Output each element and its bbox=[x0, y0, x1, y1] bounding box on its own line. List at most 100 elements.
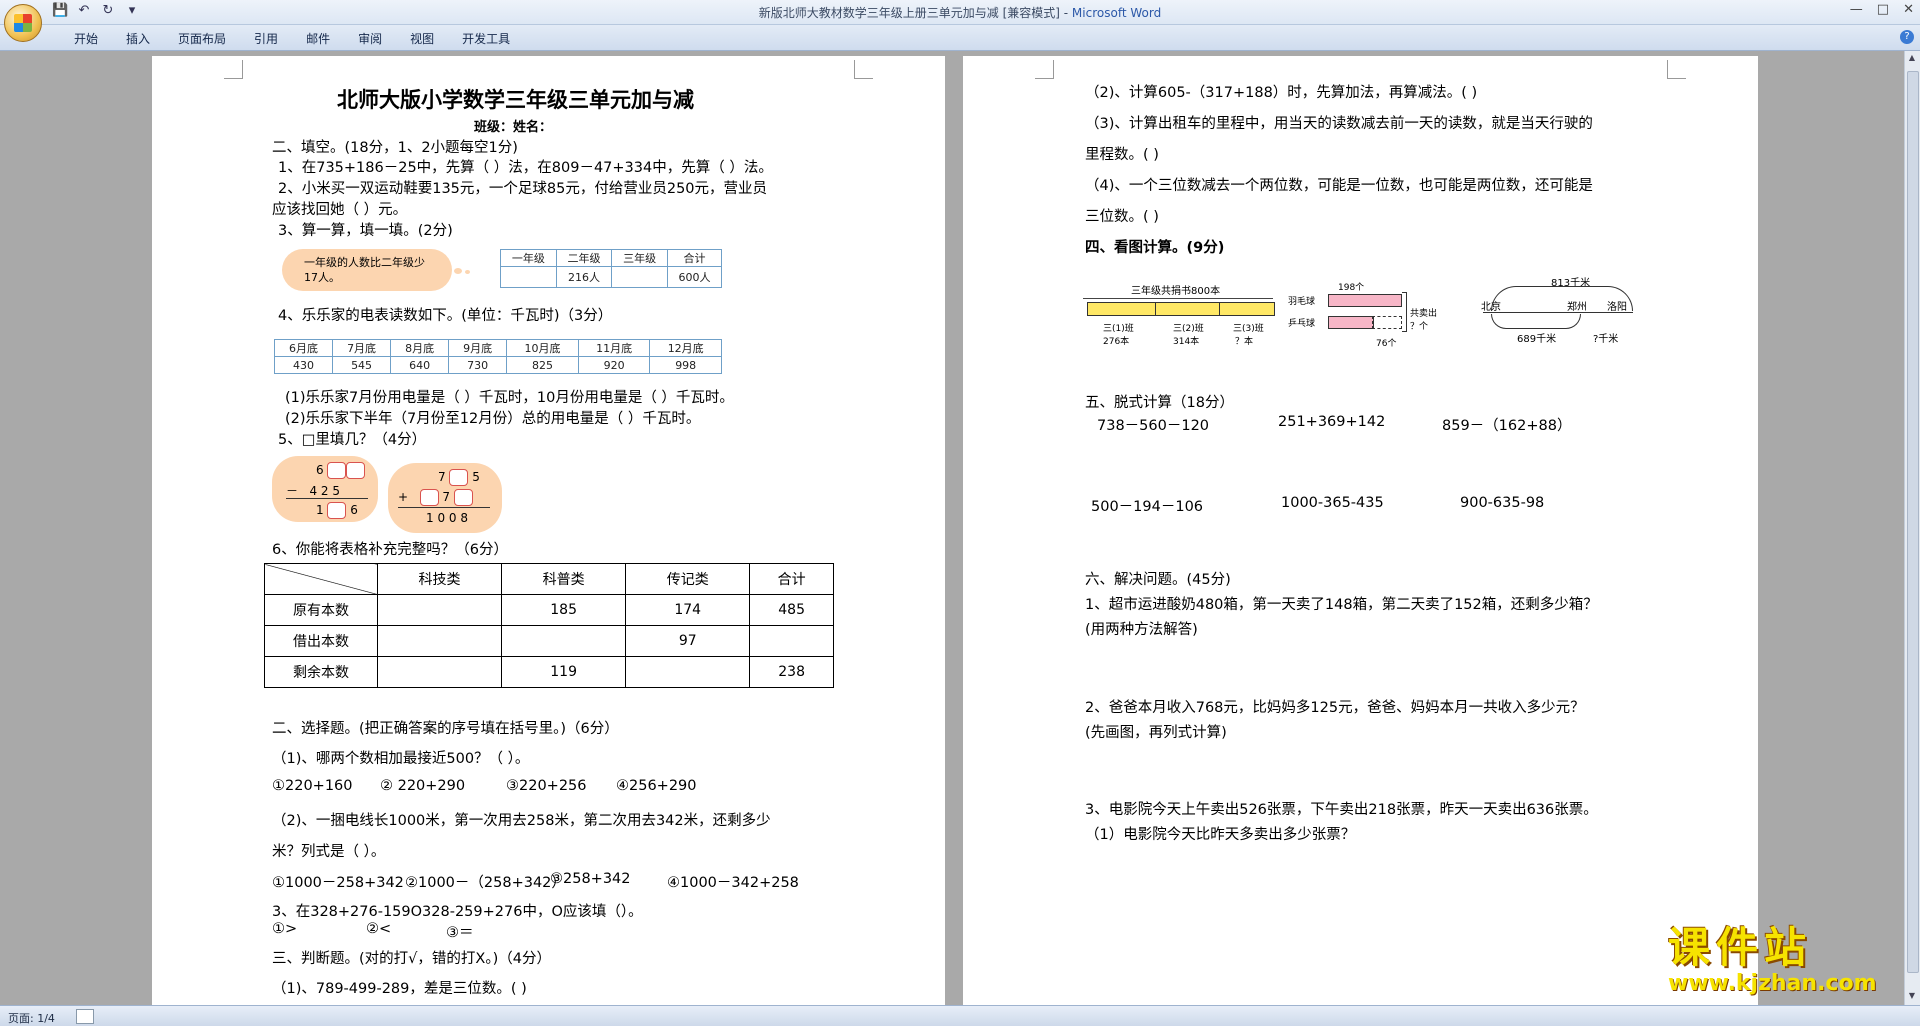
blank-box[interactable] bbox=[453, 489, 473, 506]
ball-diff-label: 76个 bbox=[1376, 339, 1397, 349]
section-choice-heading: 二、选择题。(把正确答案的序号填在括号里。)（6分） bbox=[272, 721, 619, 737]
office-logo-icon bbox=[14, 14, 32, 32]
city-label: 洛阳 bbox=[1607, 302, 1627, 313]
app-name: Microsoft Word bbox=[1071, 6, 1162, 20]
question-3: 3、算一算，填一填。(2分) bbox=[278, 223, 453, 239]
section-solve-heading: 六、解决问题。(45分) bbox=[1085, 572, 1231, 588]
question-2a: 2、小米买一双运动鞋要135元，一个足球85元，付给营业员250元，营业员 bbox=[278, 181, 768, 197]
table-row-label: 借出本数 bbox=[264, 625, 378, 657]
document-page-1: 北师大版小学数学三年级三单元加与减 班级：姓名： 二、填空。(18分，1、2小题… bbox=[152, 56, 945, 1010]
judge-1: （1)、789-499-289，差是三位数。( ) bbox=[272, 981, 527, 997]
page-counter[interactable]: 页面: 1/4 bbox=[8, 1010, 55, 1026]
table-cell: 825 bbox=[506, 356, 579, 374]
question-5: 5、□里填几？（4分） bbox=[278, 432, 427, 448]
table-cell: 920 bbox=[577, 356, 651, 374]
figure-books: 三年级共捐书800本 三(1)班 三(2)班 三(3)班 276本 314本 ？… bbox=[1083, 282, 1283, 358]
scroll-thumb[interactable] bbox=[1907, 71, 1919, 973]
digits: 4 2 5 bbox=[309, 484, 341, 498]
choice-2-option: ④1000－342+258 bbox=[667, 875, 799, 891]
blank-box[interactable] bbox=[346, 462, 366, 479]
table-cell: 174 bbox=[625, 594, 751, 626]
tab-mailings[interactable]: 邮件 bbox=[292, 30, 344, 47]
tab-developer[interactable]: 开发工具 bbox=[448, 30, 524, 47]
question-4: 4、乐乐家的电表读数如下。(单位：千瓦时)（3分） bbox=[278, 308, 613, 324]
crop-mark bbox=[854, 60, 873, 79]
expression: 900-635-98 bbox=[1460, 495, 1545, 511]
table-cell: 216人 bbox=[555, 266, 613, 288]
scroll-up-icon[interactable]: ▲ bbox=[1907, 53, 1917, 65]
table-cell bbox=[749, 625, 834, 657]
problem-2b: (先画图，再列式计算) bbox=[1085, 725, 1227, 741]
brace-line bbox=[1083, 298, 1273, 299]
tab-review[interactable]: 审阅 bbox=[344, 30, 396, 47]
status-bar: 页面: 1/4 bbox=[0, 1005, 1920, 1026]
table-cell bbox=[501, 625, 627, 657]
table-cell bbox=[611, 266, 668, 288]
help-icon[interactable]: ? bbox=[1900, 30, 1914, 44]
judge-2: （2)、计算605-（317+188）时，先算加法，再算减法。( ) bbox=[1085, 85, 1478, 101]
tab-page-layout[interactable]: 页面布局 bbox=[164, 30, 240, 47]
bar-segment bbox=[1087, 302, 1157, 316]
problem-1b: (用两种方法解答) bbox=[1085, 622, 1198, 638]
meter-table: 6月底 7月底 8月底 9月底 10月底 11月底 12月底 430 545 6… bbox=[273, 339, 722, 374]
grade-table: 一年级 二年级 三年级 合计 216人 600人 bbox=[500, 249, 723, 288]
doc-title: 北师大版小学数学三年级三单元加与减 bbox=[337, 88, 694, 112]
blank-box[interactable] bbox=[327, 502, 347, 519]
tab-home[interactable]: 开始 bbox=[60, 30, 112, 47]
judge-4b: 三位数。( ) bbox=[1085, 209, 1159, 225]
judge-3b: 里程数。( ) bbox=[1085, 147, 1159, 163]
blank-box[interactable] bbox=[419, 489, 439, 506]
choice-2-option: ③258+342 bbox=[550, 871, 631, 887]
class-name-line: 班级：姓名： bbox=[474, 120, 553, 135]
arithmetic-b: 7 5 + 7 1 0 0 8 bbox=[388, 463, 502, 533]
class-value: ？本 bbox=[1235, 337, 1254, 347]
table-cell bbox=[500, 266, 557, 288]
window-controls: — □ ✕ bbox=[1850, 2, 1914, 17]
maximize-icon[interactable]: □ bbox=[1877, 2, 1889, 17]
watermark-brand: 课件站 bbox=[1668, 923, 1813, 972]
bar-badminton bbox=[1328, 294, 1402, 307]
digit: 6 bbox=[316, 463, 324, 477]
expression: 500－194－106 bbox=[1091, 499, 1204, 515]
tab-insert[interactable]: 插入 bbox=[112, 30, 164, 47]
table-cell: 185 bbox=[501, 594, 627, 626]
close-icon[interactable]: ✕ bbox=[1903, 2, 1914, 17]
city-label: 北京 bbox=[1481, 302, 1501, 313]
route-arc bbox=[1491, 314, 1581, 329]
digit: 1 bbox=[316, 503, 324, 517]
crop-mark bbox=[1667, 60, 1686, 79]
city-label: 郑州 bbox=[1567, 302, 1587, 313]
problem-2a: 2、爸爸本月收入768元，比妈妈多125元，爸爸、妈妈本月一共收入多少元？ bbox=[1085, 700, 1585, 716]
choice-2a: （2)、一捆电线长1000米，第一次用去258米，第二次用去342米，还剩多少 bbox=[272, 813, 771, 829]
cloud-text: 一年级的人数比二年级少17人。 bbox=[304, 256, 425, 284]
sum-line bbox=[398, 507, 490, 508]
blank-box[interactable] bbox=[327, 462, 347, 479]
choice-1-option: ③220+256 bbox=[506, 778, 587, 794]
document-page-2: （2)、计算605-（317+188）时，先算加法，再算减法。( ) （3)、计… bbox=[963, 56, 1758, 1010]
cloud-dot bbox=[454, 268, 462, 274]
section-calc-heading: 五、脱式计算（18分） bbox=[1085, 395, 1234, 411]
table-row-label: 原有本数 bbox=[264, 594, 378, 626]
crop-mark bbox=[224, 60, 243, 79]
operator: － bbox=[286, 484, 299, 498]
speech-cloud: 一年级的人数比二年级少17人。 bbox=[282, 249, 452, 291]
problem-3a: 3、电影院今天上午卖出526张票，下午卖出218张票，昨天一天卖出636张票。 bbox=[1085, 802, 1598, 818]
choice-2b: 米？列式是（ ）。 bbox=[272, 844, 386, 860]
table-cell: 640 bbox=[390, 356, 450, 374]
proofing-icon[interactable] bbox=[76, 1009, 94, 1024]
tab-references[interactable]: 引用 bbox=[240, 30, 292, 47]
table-cell bbox=[625, 656, 751, 688]
table-cell: 430 bbox=[273, 356, 334, 374]
minimize-icon[interactable]: — bbox=[1850, 2, 1863, 17]
blank-box[interactable] bbox=[449, 469, 469, 486]
choice-1-option: ①220+160 bbox=[272, 778, 353, 794]
scroll-down-icon[interactable]: ▼ bbox=[1907, 991, 1917, 1003]
vertical-scrollbar[interactable]: ▲ ▼ bbox=[1904, 51, 1920, 1005]
problem-1a: 1、超市运进酸奶480箱，第一天卖了148箱，第二天卖了152箱，还剩多少箱？ bbox=[1085, 597, 1598, 613]
class-label: 三(1)班 bbox=[1103, 324, 1134, 334]
brace bbox=[1402, 292, 1407, 332]
question-4-1: (1)乐乐家7月份用电量是（ ）千瓦时，10月份用电量是（ ）千瓦时。 bbox=[285, 390, 734, 406]
table-header: 传记类 bbox=[625, 563, 751, 595]
office-button[interactable] bbox=[4, 4, 42, 42]
tab-view[interactable]: 视图 bbox=[396, 30, 448, 47]
